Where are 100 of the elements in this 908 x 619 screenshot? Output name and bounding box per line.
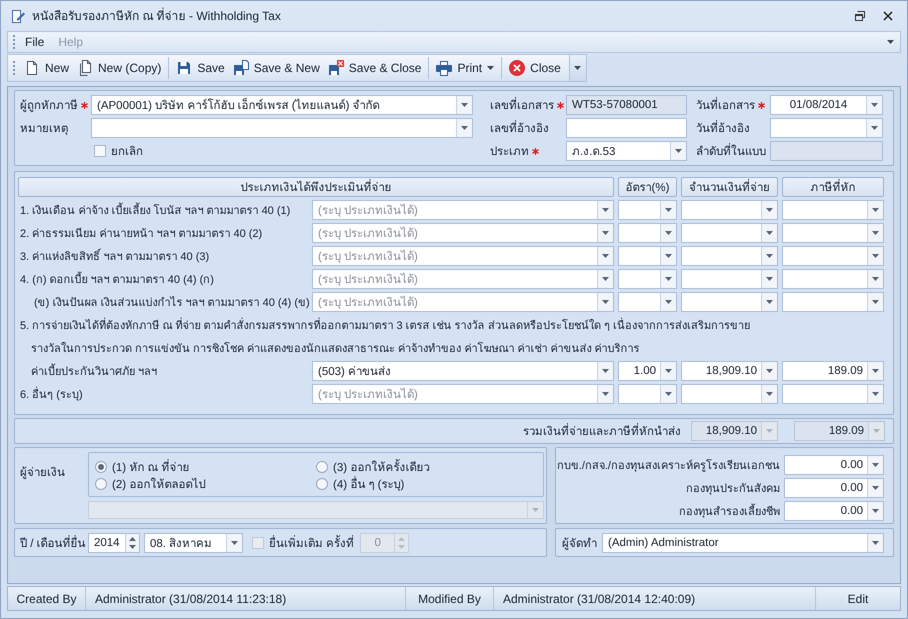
tax-dropdown[interactable] xyxy=(782,246,884,266)
toolbar-button[interactable]: New (Copy) xyxy=(73,56,166,80)
toolbar-button[interactable]: Print xyxy=(432,56,498,80)
copy-pages-icon xyxy=(77,60,94,76)
toolbar-button[interactable]: Save & Close xyxy=(324,56,426,80)
toolbar-button[interactable]: Save xyxy=(172,56,229,80)
caret-down-icon xyxy=(665,231,672,235)
toolbar-button[interactable]: Save & New xyxy=(228,56,324,80)
dropdown[interactable]: ภ.ง.ด.53 xyxy=(566,141,687,161)
caret-down-icon xyxy=(872,463,879,467)
dropdown[interactable] xyxy=(91,118,473,138)
rate-dropdown[interactable] xyxy=(618,200,677,220)
caret-down-icon xyxy=(871,103,878,107)
income-description: (ข) เงินปันผล เงินส่วนแบ่งกำไร ฯลฯ ตามมาตรา 40 (4) (ข) xyxy=(33,295,310,311)
caret-down-icon xyxy=(574,66,582,70)
caret-down-icon xyxy=(675,149,682,153)
caret-down-icon xyxy=(872,392,879,396)
rate-dropdown[interactable]: 1.00 xyxy=(618,361,677,381)
caret-down-icon xyxy=(231,540,238,544)
caret-down-icon xyxy=(665,392,672,396)
toolbar-button[interactable]: New xyxy=(20,56,74,80)
income-description: 3. ค่าแห่งลิขสิทธิ์ ฯลฯ ตามมาตรา 40 (3) xyxy=(18,247,210,265)
amount-dropdown[interactable] xyxy=(681,292,778,312)
field-label: เลขที่อ้างอิง xyxy=(490,119,549,137)
toolbar-overflow-button[interactable] xyxy=(568,55,586,81)
tax-dropdown[interactable] xyxy=(782,384,884,404)
status-label: Modified By xyxy=(406,587,494,610)
caret-down-icon xyxy=(602,277,609,281)
printer-icon xyxy=(436,60,452,76)
caret-down-icon xyxy=(602,300,609,304)
caret-down-icon xyxy=(665,300,672,304)
window-title: หนังสือรับรองภาษีหัก ณ ที่จ่าย - Withholding Tax xyxy=(32,6,281,25)
amount-dropdown[interactable] xyxy=(681,200,778,220)
payment-option[interactable]: (3) ออกให้ครั้งเดียว xyxy=(316,458,430,475)
date-picker[interactable]: 01/08/2014 xyxy=(770,95,883,115)
fund-amount-dropdown[interactable]: 0.00 xyxy=(784,478,884,498)
grip-handle-icon[interactable] xyxy=(13,35,15,49)
amount-dropdown[interactable] xyxy=(681,269,778,289)
rate-dropdown[interactable] xyxy=(618,292,677,312)
toolbar-button[interactable]: Close xyxy=(505,56,565,80)
amount-dropdown[interactable]: 18,909.10 xyxy=(681,361,778,381)
checkbox[interactable]: ยกเลิก xyxy=(91,141,143,161)
caret-down-icon xyxy=(602,231,609,235)
payment-option[interactable]: (2) ออกให้ตลอดไป xyxy=(95,475,206,492)
rate-dropdown[interactable] xyxy=(618,246,677,266)
month-dropdown[interactable]: 08. สิงหาคม xyxy=(144,532,243,552)
income-description: 1. เงินเดือน ค่าจ้าง เบี้ยเลี้ยง โบนัส ฯลฯ ตามมาตรา 40 (1) xyxy=(18,201,290,219)
text-field[interactable] xyxy=(566,118,687,138)
fund-amount-dropdown[interactable]: 0.00 xyxy=(784,455,884,475)
amount-dropdown[interactable] xyxy=(681,384,778,404)
income-type-dropdown[interactable]: (503) ค่าขนส่ง xyxy=(312,361,614,381)
caret-down-icon xyxy=(665,254,672,258)
totals-label: รวมเงินที่จ่ายและภาษีที่หักนำส่ง xyxy=(523,422,681,440)
income-description: รางวัลในการประกวด การแข่งขัน การชิงโชค ค่าแสดงของนักแสดงสาธารณะ ค่าจ้างทำของ ค่าโฆษณา ค่าเช่า ค่าขนส่ง ค่าบริการ xyxy=(30,341,640,357)
tax-dropdown[interactable] xyxy=(782,269,884,289)
caret-down-icon xyxy=(665,277,672,281)
amount-dropdown[interactable] xyxy=(681,223,778,243)
caret-down-icon xyxy=(766,369,773,373)
column-header: จำนวนเงินที่จ่าย xyxy=(681,177,778,197)
preparer-dropdown[interactable]: (Admin) Administrator xyxy=(602,532,884,552)
payment-option[interactable]: (1) หัก ณ ที่จ่าย xyxy=(95,458,190,475)
readonly-field[interactable]: WT53-57080001 xyxy=(566,95,687,115)
tax-dropdown[interactable] xyxy=(782,200,884,220)
date-picker[interactable] xyxy=(770,118,883,138)
field-label: วันที่อ้างอิง xyxy=(696,119,750,137)
income-description: ค่าเบี้ยประกันวินาศภัย ฯลฯ xyxy=(29,362,158,380)
status-value: Administrator (31/08/2014 11:23:18) xyxy=(86,587,406,610)
tax-dropdown[interactable] xyxy=(782,223,884,243)
income-description: 6. อื่นๆ (ระบุ) xyxy=(18,385,83,403)
floppy-with-page-icon xyxy=(232,60,249,76)
caret-down-icon xyxy=(872,300,879,304)
caret-down-icon xyxy=(872,486,879,490)
document-pencil-icon xyxy=(10,8,26,24)
status-value: Administrator (31/08/2014 12:40:09) xyxy=(494,587,816,610)
tax-dropdown[interactable]: 189.09 xyxy=(782,361,884,381)
caret-down-icon xyxy=(872,369,879,373)
caret-down-icon xyxy=(461,103,468,107)
caret-down-icon xyxy=(766,429,773,433)
caret-down-icon xyxy=(665,369,672,373)
rate-dropdown[interactable] xyxy=(618,269,677,289)
restore-window-icon[interactable] xyxy=(855,10,865,20)
rate-dropdown[interactable] xyxy=(618,384,677,404)
year-spin-box[interactable]: 2014 xyxy=(88,532,140,552)
amount-dropdown[interactable] xyxy=(681,246,778,266)
fund-amount-dropdown[interactable]: 0.00 xyxy=(784,501,884,521)
caret-down-icon[interactable] xyxy=(887,40,894,44)
caret-down-icon xyxy=(602,369,609,373)
dropdown[interactable]: (AP00001) บริษัท คาร์โก้ฮับ เอ็กซ์เพรส (ไทยแลนด์) จำกัด xyxy=(91,95,473,115)
rate-dropdown[interactable] xyxy=(618,223,677,243)
payment-option[interactable]: (4) อื่น ๆ (ระบุ) xyxy=(316,475,404,492)
caret-down-icon xyxy=(872,509,879,513)
readonly-field[interactable] xyxy=(770,141,883,161)
tax-dropdown[interactable] xyxy=(782,292,884,312)
floppy-with-x-icon xyxy=(328,60,344,76)
caret-down-icon xyxy=(766,392,773,396)
caret-down-icon xyxy=(766,277,773,281)
close-icon[interactable] xyxy=(883,10,893,20)
field-label: ประเภท xyxy=(490,145,529,160)
grip-handle-icon[interactable] xyxy=(13,61,15,75)
menu-item[interactable]: File xyxy=(21,34,48,50)
